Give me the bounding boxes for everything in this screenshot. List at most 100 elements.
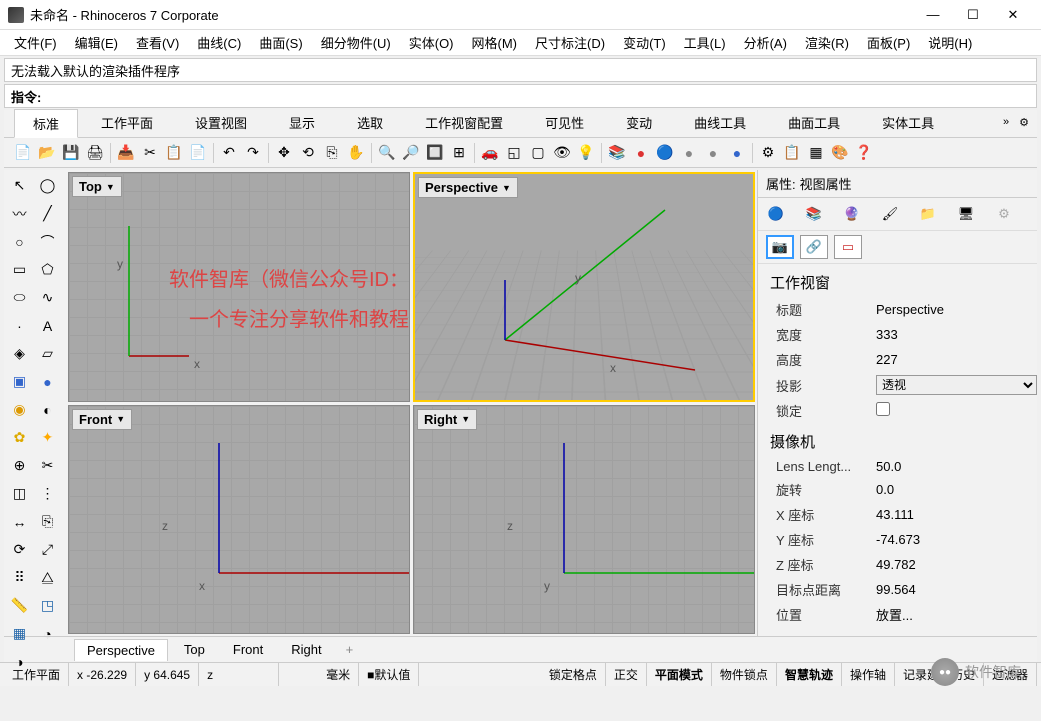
chevron-down-icon[interactable]: ▼ xyxy=(106,182,115,192)
line-icon[interactable]: ╱ xyxy=(34,200,61,227)
split-icon[interactable]: ◫ xyxy=(6,480,33,507)
show-icon[interactable]: 👁 xyxy=(551,142,573,164)
open-file-icon[interactable]: 📂 xyxy=(36,142,58,164)
menu-curve[interactable]: 曲线(C) xyxy=(189,31,249,54)
viewport-perspective-label[interactable]: Perspective▼ xyxy=(418,177,518,198)
cut-icon[interactable]: ✂ xyxy=(139,142,161,164)
misc1-icon[interactable]: ◔ xyxy=(34,620,61,647)
vtab-right[interactable]: Right xyxy=(279,639,333,660)
menu-mesh[interactable]: 网格(M) xyxy=(464,31,526,54)
ellipse-icon[interactable]: ⬭ xyxy=(6,284,33,311)
hatch-icon[interactable]: ▦ xyxy=(805,142,827,164)
vtab-front[interactable]: Front xyxy=(221,639,275,660)
view-subtab-icon[interactable]: ▭ xyxy=(834,235,862,259)
plane-icon[interactable]: ▱ xyxy=(34,340,61,367)
subd-icon[interactable]: ◐ xyxy=(34,396,61,423)
tab-select[interactable]: 选取 xyxy=(338,108,402,137)
projection-select[interactable]: 透视 xyxy=(876,375,1037,395)
point-icon[interactable]: · xyxy=(6,312,33,339)
tab-solidtools[interactable]: 实体工具 xyxy=(863,108,953,137)
wireframe-icon[interactable]: ▦ xyxy=(6,620,33,647)
tab-standard[interactable]: 标准 xyxy=(14,109,78,138)
text-icon[interactable]: A xyxy=(34,312,61,339)
viewport-right-label[interactable]: Right▼ xyxy=(417,409,477,430)
layers-icon[interactable]: 📚 xyxy=(606,142,628,164)
undo-icon[interactable]: ↶ xyxy=(218,142,240,164)
properties-icon[interactable]: 📋 xyxy=(781,142,803,164)
polygon-icon[interactable]: ⬠ xyxy=(34,256,61,283)
layers-tab-icon[interactable]: 📚 xyxy=(804,204,824,224)
command-input[interactable] xyxy=(45,89,1030,104)
prop-y-value[interactable]: -74.673 xyxy=(876,532,1037,547)
menu-transform[interactable]: 变动(T) xyxy=(615,31,674,54)
render-rgb-icon[interactable]: 🔵 xyxy=(654,142,676,164)
menu-render[interactable]: 渲染(R) xyxy=(797,31,857,54)
menu-tools[interactable]: 工具(L) xyxy=(676,31,734,54)
status-ortho[interactable]: 正交 xyxy=(606,663,647,686)
sphere-tool-icon[interactable]: ● xyxy=(34,368,61,395)
mesh-icon[interactable]: ◉ xyxy=(6,396,33,423)
object-subtab-icon[interactable]: 🔗 xyxy=(800,235,828,259)
import-icon[interactable]: 📥 xyxy=(115,142,137,164)
dim-icon[interactable]: 📏 xyxy=(6,592,33,619)
menu-panel[interactable]: 面板(P) xyxy=(859,31,918,54)
prop-height-value[interactable]: 227 xyxy=(876,352,1037,367)
chevron-down-icon[interactable]: ▼ xyxy=(461,414,470,424)
print-icon[interactable]: 🖨 xyxy=(84,142,106,164)
vtab-perspective[interactable]: Perspective xyxy=(74,639,168,661)
status-planar[interactable]: 平面模式 xyxy=(647,663,712,686)
box-icon[interactable]: ▣ xyxy=(6,368,33,395)
library-tab-icon[interactable]: 📁 xyxy=(918,204,938,224)
maximize-button[interactable]: ☐ xyxy=(953,1,993,29)
command-bar[interactable]: 指令: xyxy=(4,84,1037,108)
viewport-top-label[interactable]: Top▼ xyxy=(72,176,122,197)
zoom-icon[interactable]: 🔍 xyxy=(376,142,398,164)
scale-icon[interactable]: ⤢ xyxy=(34,536,61,563)
tab-surfacetools[interactable]: 曲面工具 xyxy=(769,108,859,137)
arc-icon[interactable]: ⌒ xyxy=(34,228,61,255)
status-osnap[interactable]: 物件锁点 xyxy=(712,663,777,686)
tab-viewport[interactable]: 工作视窗配置 xyxy=(406,108,522,137)
sphere3-icon[interactable]: ● xyxy=(726,142,748,164)
curve-icon[interactable]: ∿ xyxy=(34,284,61,311)
camera-subtab-icon[interactable]: 📷 xyxy=(766,235,794,259)
polyline-icon[interactable]: 〰 xyxy=(6,200,33,227)
explode-icon[interactable]: ✦ xyxy=(34,424,61,451)
pan-icon[interactable]: ✋ xyxy=(345,142,367,164)
cube-tool-icon[interactable]: ◳ xyxy=(34,592,61,619)
menu-analyze[interactable]: 分析(A) xyxy=(736,31,795,54)
menu-subd[interactable]: 细分物件(U) xyxy=(313,31,399,54)
vtab-add-button[interactable]: + xyxy=(338,639,362,660)
tab-visibility[interactable]: 可见性 xyxy=(526,108,603,137)
surface-icon[interactable]: ◈ xyxy=(6,340,33,367)
menu-view[interactable]: 查看(V) xyxy=(128,31,187,54)
vtab-top[interactable]: Top xyxy=(172,639,217,660)
menu-dimension[interactable]: 尺寸标注(D) xyxy=(527,31,613,54)
prop-pos-value[interactable]: 放置... xyxy=(876,605,1037,624)
gear-tool-icon[interactable]: ✿ xyxy=(6,424,33,451)
copy2-icon[interactable]: ⎘ xyxy=(321,142,343,164)
properties-tab-icon[interactable]: 🔵 xyxy=(766,204,786,224)
menu-file[interactable]: 文件(F) xyxy=(6,31,65,54)
array-icon[interactable]: ⠿ xyxy=(6,564,33,591)
trim-icon[interactable]: ✂ xyxy=(34,452,61,479)
minimize-button[interactable]: — xyxy=(913,1,953,29)
tab-display[interactable]: 显示 xyxy=(270,108,334,137)
gear-tab-icon[interactable]: ⚙ xyxy=(994,204,1014,224)
move-tool-icon[interactable]: ↔ xyxy=(6,508,33,535)
help-icon[interactable]: ❓ xyxy=(853,142,875,164)
move-icon[interactable]: ✥ xyxy=(273,142,295,164)
status-cplane[interactable]: 工作平面 xyxy=(4,663,69,686)
paste-icon[interactable]: 📄 xyxy=(187,142,209,164)
copy-icon[interactable]: 📋 xyxy=(163,142,185,164)
rotate-icon[interactable]: ⟲ xyxy=(297,142,319,164)
redo-icon[interactable]: ↷ xyxy=(242,142,264,164)
named-view-icon[interactable]: ▢ xyxy=(527,142,549,164)
sphere2-icon[interactable]: ● xyxy=(702,142,724,164)
zoom-extents-icon[interactable]: 🔎 xyxy=(400,142,422,164)
material-red-icon[interactable]: ● xyxy=(630,142,652,164)
prop-rot-value[interactable]: 0.0 xyxy=(876,482,1037,497)
hide-icon[interactable]: 💡 xyxy=(575,142,597,164)
render-icon[interactable]: 🎨 xyxy=(829,142,851,164)
display-tab-icon[interactable]: 🖥 xyxy=(956,204,976,224)
